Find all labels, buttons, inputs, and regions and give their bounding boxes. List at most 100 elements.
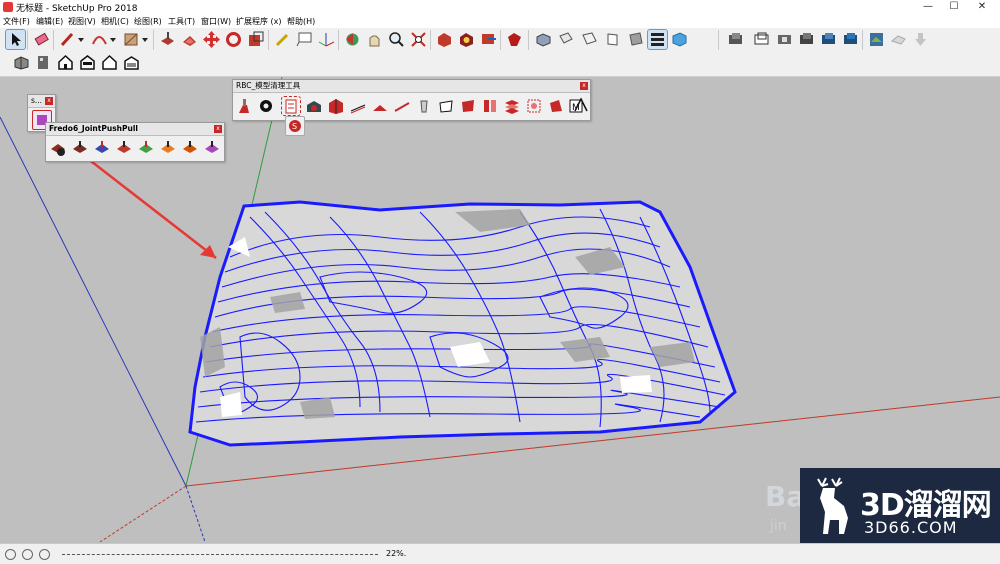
share-model-icon[interactable] — [479, 30, 498, 49]
add-location-icon[interactable] — [867, 30, 886, 49]
options-pushpull-icon[interactable] — [203, 139, 221, 157]
blue-axis-line — [0, 116, 187, 487]
zoom-level: 22%. — [386, 549, 407, 558]
merge-edges-icon[interactable] — [349, 97, 367, 115]
view-right-icon[interactable] — [603, 30, 622, 49]
weld-lines-icon[interactable] — [393, 97, 411, 115]
warehouse-model-icon[interactable] — [12, 53, 31, 72]
offset-tool-icon[interactable] — [180, 30, 199, 49]
fredo6-panel-close-icon[interactable]: x — [214, 125, 222, 133]
pencil-tool-icon[interactable] — [58, 30, 77, 49]
menu-file[interactable]: 文件(F) — [3, 16, 30, 27]
zoom-extents-tool-icon[interactable] — [409, 30, 428, 49]
joint-pushpull-icon[interactable] — [49, 139, 67, 157]
view-bottom-icon[interactable] — [670, 30, 689, 49]
photo-textures-icon[interactable] — [911, 30, 930, 49]
orbit-tool-icon[interactable] — [343, 30, 362, 49]
eraser-tool-icon[interactable] — [32, 30, 51, 49]
settings-gear-icon[interactable] — [257, 97, 275, 115]
status-bar: 22%. — [0, 543, 1000, 564]
view-top-icon[interactable] — [556, 30, 575, 49]
layers-cleanup-icon[interactable] — [503, 97, 521, 115]
home-icon[interactable] — [100, 53, 119, 72]
purge-unused-icon[interactable] — [281, 96, 301, 116]
fredo6-jointpushpull-panel: Fredo6_JointPushPull x — [45, 122, 225, 162]
close-button[interactable]: ✕ — [964, 0, 1000, 14]
menu-camera[interactable]: 相机(C) — [101, 16, 129, 27]
vector-pushpull-icon[interactable] — [71, 139, 89, 157]
coplanar-faces-icon[interactable] — [459, 97, 477, 115]
erase-faces-icon[interactable] — [305, 97, 323, 115]
deer-logo-icon — [817, 477, 848, 534]
rotate-tool-icon[interactable] — [224, 30, 243, 49]
geo-location-icon[interactable] — [5, 549, 16, 560]
house-icon[interactable] — [56, 53, 75, 72]
style-xray-icon[interactable] — [726, 30, 745, 49]
shape-dropdown-icon[interactable] — [140, 30, 159, 49]
style-shaded-icon[interactable] — [819, 30, 838, 49]
normal-pushpull-icon[interactable] — [93, 139, 111, 157]
delete-duplicates-icon[interactable] — [415, 97, 433, 115]
help-icon[interactable] — [39, 549, 50, 560]
material-cleanup-icon[interactable] — [547, 97, 565, 115]
menu-edit[interactable]: 编辑(E) — [36, 16, 63, 27]
menu-draw[interactable]: 绘图(R) — [134, 16, 162, 27]
undo-pushpull-icon[interactable] — [159, 139, 177, 157]
extension-warehouse-icon[interactable] — [457, 30, 476, 49]
flat-faces-icon[interactable] — [437, 97, 455, 115]
tape-measure-tool-icon[interactable] — [273, 30, 292, 49]
zoom-tool-icon[interactable] — [387, 30, 406, 49]
view-iso-icon[interactable] — [534, 30, 553, 49]
toggle-terrain-icon[interactable] — [889, 30, 908, 49]
view-front-icon[interactable] — [580, 30, 599, 49]
rbc-panel-title: RBC_模型清理工具 — [233, 80, 590, 93]
toolbar-area — [0, 28, 1000, 77]
style-textured-icon[interactable] — [841, 30, 860, 49]
style-hidden-line-icon[interactable] — [797, 30, 816, 49]
menu-view[interactable]: 视图(V) — [68, 16, 96, 27]
pan-tool-icon[interactable] — [365, 30, 384, 49]
menu-extensions[interactable]: 扩展程序 (x) — [236, 16, 282, 27]
follow-pushpull-icon[interactable] — [137, 139, 155, 157]
view-back-icon[interactable] — [626, 30, 645, 49]
garage-icon[interactable] — [122, 53, 141, 72]
move-tool-icon[interactable] — [202, 30, 221, 49]
small-panel-close-icon[interactable]: x — [45, 97, 53, 105]
rbc-extra-icon[interactable]: S — [285, 116, 305, 136]
sketchup-app-icon — [3, 2, 13, 12]
rbc-panel-close-icon[interactable]: x — [580, 82, 588, 90]
axes-arrows-icon[interactable] — [572, 96, 590, 114]
fredo6-panel-title: Fredo6_JointPushPull — [46, 123, 224, 136]
axes-tool-icon[interactable] — [317, 30, 336, 49]
title-bar: 无标题 - SketchUp Pro 2018 — ☐ ✕ — [0, 0, 1000, 14]
watermark-3d66-url: 3D66.COM — [864, 518, 958, 537]
scale-tool-icon[interactable] — [246, 30, 265, 49]
select-tool-icon[interactable] — [5, 29, 26, 50]
rbc-model-cleanup-panel: RBC_模型清理工具 x M — [232, 79, 591, 121]
repair-geometry-icon[interactable] — [327, 97, 345, 115]
style-back-edges-icon[interactable] — [752, 30, 771, 49]
reverse-faces-icon[interactable] — [481, 97, 499, 115]
ruby-console-icon[interactable] — [505, 30, 524, 49]
svg-text:S: S — [292, 122, 297, 131]
menu-help[interactable]: 帮助(H) — [287, 16, 315, 27]
menu-tools[interactable]: 工具(T) — [168, 16, 195, 27]
credits-icon[interactable] — [22, 549, 33, 560]
building-maker-icon[interactable] — [34, 53, 53, 72]
text-tool-icon[interactable] — [295, 30, 314, 49]
rectangle-tool-icon[interactable] — [122, 30, 141, 49]
extrude-pushpull-icon[interactable] — [115, 139, 133, 157]
cleanup-brush-icon[interactable] — [235, 97, 253, 115]
arc-tool-icon[interactable] — [90, 30, 109, 49]
warehouse-icon[interactable] — [435, 30, 454, 49]
thicken-pushpull-icon[interactable] — [181, 139, 199, 157]
view-left-icon[interactable] — [647, 29, 668, 50]
menu-bar: 文件(F) 编辑(E) 视图(V) 相机(C) 绘图(R) 工具(T) 窗口(W… — [0, 14, 1000, 28]
hidden-geometry-icon[interactable] — [525, 97, 543, 115]
red-axis-dashed — [99, 485, 187, 542]
menu-window[interactable]: 窗口(W) — [201, 16, 231, 27]
stray-edges-icon[interactable] — [371, 97, 389, 115]
house-outline-icon[interactable] — [78, 53, 97, 72]
style-wireframe-icon[interactable] — [775, 30, 794, 49]
push-pull-tool-icon[interactable] — [158, 30, 177, 49]
